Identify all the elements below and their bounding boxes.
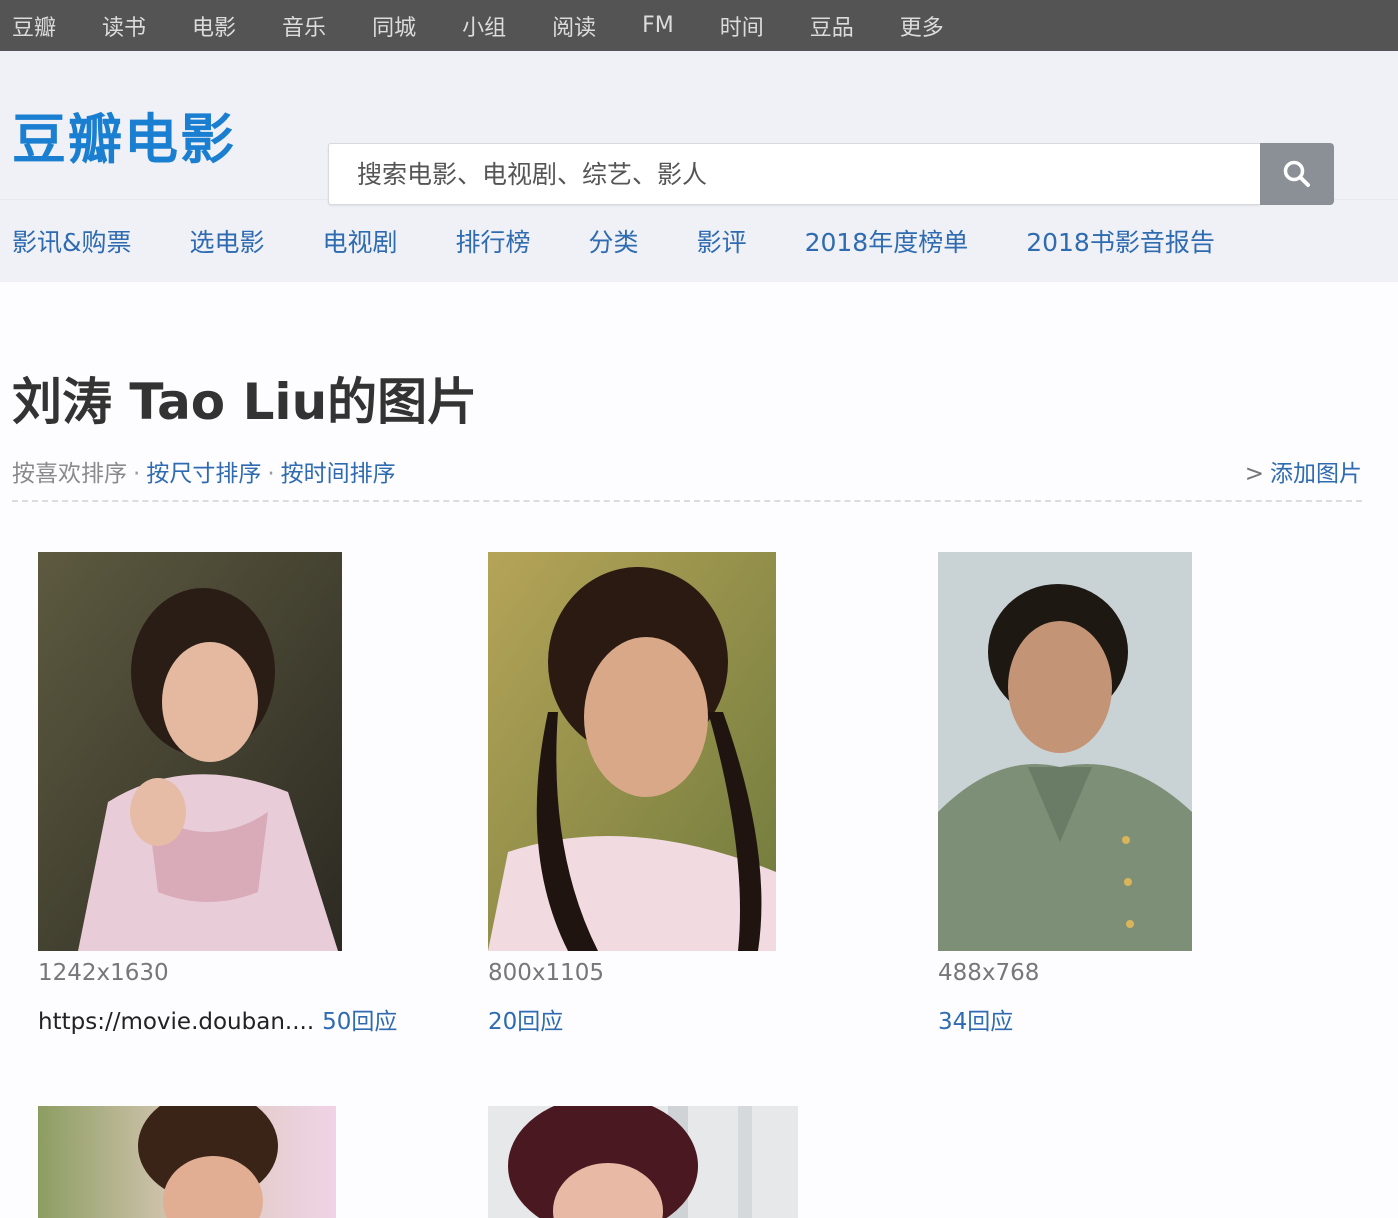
global-nav-market[interactable]: 豆品 [810,10,854,42]
photo-card: 1242x1630 https://movie.douban.... 50回应 [38,552,418,1042]
subnav-tv[interactable]: 电视剧 [323,223,398,259]
subnav-reviews[interactable]: 影评 [697,223,747,259]
global-nav: 豆瓣 读书 电影 音乐 同城 小组 阅读 FM 时间 豆品 更多 [0,0,1398,51]
global-nav-read[interactable]: 阅读 [552,10,596,42]
sort-by-likes: 按喜欢排序 [12,461,127,487]
photo-description-link[interactable]: https://movie.douban.... [38,1009,314,1035]
search-button[interactable] [1260,143,1334,205]
search-input[interactable] [329,144,1260,204]
photo-replies-link[interactable]: 20回应 [488,1009,563,1035]
global-nav-more[interactable]: 更多 [900,10,944,42]
global-nav-movies[interactable]: 电影 [192,10,236,42]
subnav-charts[interactable]: 排行榜 [456,223,531,259]
global-nav-events[interactable]: 同城 [372,10,416,42]
photo-card [488,1106,798,1218]
add-photo-label: 添加图片 [1270,461,1362,487]
photo-dimensions: 800x1105 [488,960,605,986]
subnav-annual-report[interactable]: 2018书影音报告 [1026,223,1215,259]
global-nav-douban[interactable]: 豆瓣 [12,10,56,42]
site-header: 豆瓣电影 [0,51,1398,205]
search-box [328,143,1260,205]
divider [12,500,1362,502]
movie-subnav: 影讯&购票 选电影 电视剧 排行榜 分类 影评 2018年度榜单 2018书影音… [0,199,1398,282]
photo-meta: https://movie.douban.... 50回应 [38,1002,397,1036]
photo-thumbnail[interactable] [38,552,342,951]
photo-card: 488x768 34回应 [938,552,1318,1042]
subnav-showtimes[interactable]: 影讯&购票 [12,223,132,259]
douban-movie-logo[interactable]: 豆瓣电影 [12,95,236,174]
photo-thumbnail[interactable] [938,552,1192,951]
page-title: 刘涛 Tao Liu的图片 [12,373,478,431]
global-nav-time[interactable]: 时间 [720,10,764,42]
global-nav-books[interactable]: 读书 [102,10,146,42]
add-photo-link[interactable]: > 添加图片 [1245,454,1362,488]
photo-replies-link[interactable]: 34回应 [938,1009,1013,1035]
photo-card [38,1106,336,1218]
global-nav-groups[interactable]: 小组 [462,10,506,42]
photo-meta: 20回应 [488,1002,563,1036]
subnav-categories[interactable]: 分类 [589,223,639,259]
sort-separator: · [133,461,141,487]
photo-meta: 34回应 [938,1002,1013,1036]
photo-replies-link[interactable]: 50回应 [322,1009,397,1035]
sort-bar: 按喜欢排序 · 按尺寸排序 · 按时间排序 [12,454,396,488]
photo-card: 800x1105 20回应 [488,552,868,1042]
photo-thumbnail[interactable] [488,552,776,951]
global-nav-music[interactable]: 音乐 [282,10,326,42]
photo-dimensions: 488x768 [938,960,1040,986]
main-content: 刘涛 Tao Liu的图片 按喜欢排序 · 按尺寸排序 · 按时间排序 > 添加图片 [0,282,1398,1218]
subnav-explore[interactable]: 选电影 [190,223,265,259]
sort-by-size-link[interactable]: 按尺寸排序 [146,461,261,487]
photo-thumbnail[interactable] [488,1106,798,1218]
subnav-annual-list[interactable]: 2018年度榜单 [805,223,969,259]
chevron-right-icon: > [1244,461,1264,487]
photo-dimensions: 1242x1630 [38,960,169,986]
search-icon [1283,160,1310,187]
sort-by-time-link[interactable]: 按时间排序 [281,461,396,487]
sort-separator: · [267,461,275,487]
photo-thumbnail[interactable] [38,1106,336,1218]
global-nav-fm[interactable]: FM [642,13,674,38]
